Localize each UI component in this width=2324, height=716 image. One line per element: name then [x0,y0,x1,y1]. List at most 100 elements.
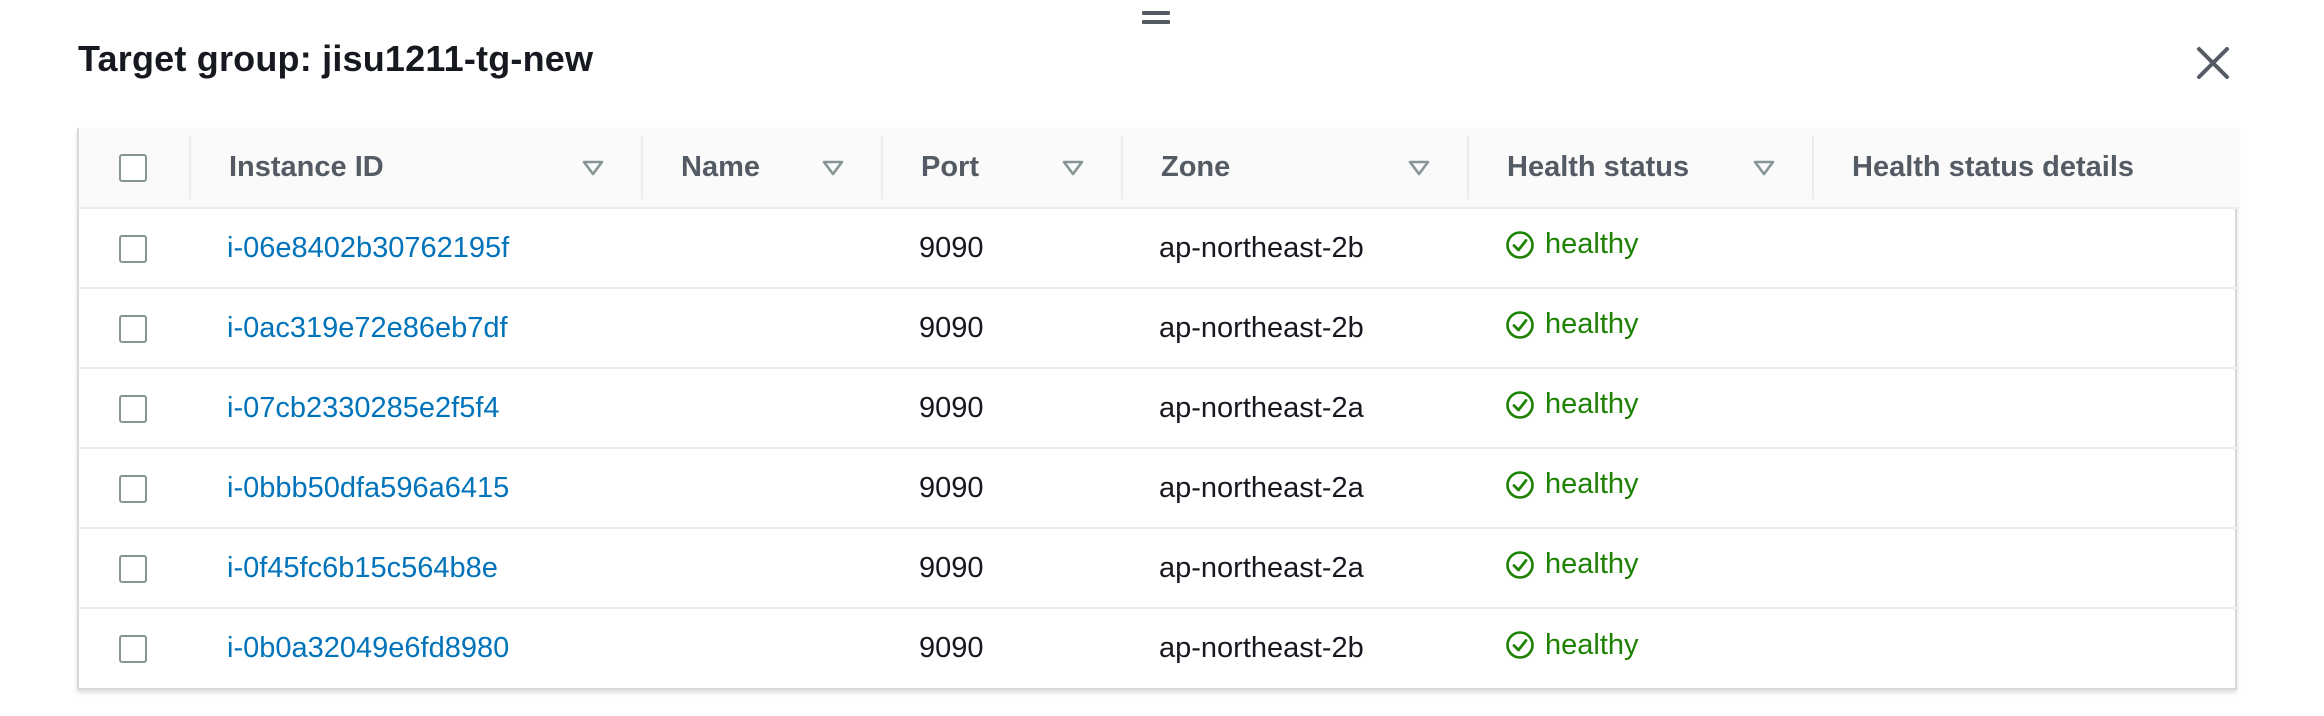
check-circle-icon [1506,390,1534,419]
health-status-badge: healthy [1505,548,1639,581]
row-select-cell [79,368,189,448]
health-status-details-cell [1812,288,2239,368]
health-status-label: healthy [1545,468,1639,501]
instance-id-cell: i-06e8402b30762195f [189,208,641,288]
table-row: i-06e8402b30762195f 9090 ap-northeast-2b… [79,208,2239,288]
targets-table: Instance ID Name Port Zone Health status… [79,128,2239,688]
port-cell: 9090 [919,231,984,264]
column-label: Health status details [1852,151,2135,183]
row-select-cell [79,288,189,368]
port-cell: 9090 [919,632,984,664]
check-circle-icon [1506,230,1534,259]
table-row: i-0f45fc6b15c564b8e 9090 ap-northeast-2a… [79,528,2239,608]
row-checkbox[interactable] [119,635,147,664]
row-select-cell [79,448,189,528]
column-label: Zone [1161,151,1231,183]
instance-id-link[interactable]: i-06e8402b30762195f [227,232,509,264]
column-label: Name [681,151,760,183]
table-row: i-07cb2330285e2f5f4 9090 ap-northeast-2a… [79,368,2239,448]
instance-id-cell: i-0ac319e72e86eb7df [189,288,641,368]
target-group-panel: Target group: jisu1211-tg-new Instance I… [0,0,2324,716]
check-circle-icon [1506,470,1534,499]
name-cell [641,528,881,608]
instance-id-link[interactable]: i-0f45fc6b15c564b8e [227,552,498,584]
zone-cell: ap-northeast-2b [1159,632,1364,664]
health-status-label: healthy [1545,228,1639,261]
row-select-cell [79,608,189,688]
instance-id-link[interactable]: i-0bbb50dfa596a6415 [227,472,509,504]
instance-id-link[interactable]: i-07cb2330285e2f5f4 [227,392,500,424]
zone-cell: ap-northeast-2a [1159,471,1364,504]
column-label: Instance ID [229,151,384,183]
row-checkbox[interactable] [119,314,147,343]
health-status-details-cell [1812,448,2239,528]
column-header-zone[interactable]: Zone [1121,128,1467,209]
health-status-cell: healthy [1467,608,1812,688]
name-cell [641,448,881,528]
health-status-cell: healthy [1467,448,1812,528]
health-status-badge: healthy [1505,468,1639,501]
row-checkbox[interactable] [119,394,147,423]
health-status-badge: healthy [1505,629,1639,662]
instance-id-cell: i-07cb2330285e2f5f4 [189,368,641,448]
row-select-cell [79,528,189,608]
column-header-instance-id[interactable]: Instance ID [189,128,641,209]
zone-cell: ap-northeast-2b [1159,231,1364,264]
instance-id-cell: i-0bbb50dfa596a6415 [189,448,641,528]
column-header-port[interactable]: Port [881,128,1121,209]
instance-id-cell: i-0f45fc6b15c564b8e [189,528,641,608]
health-status-cell: healthy [1467,368,1812,448]
instance-id-cell: i-0b0a32049e6fd8980 [189,608,641,688]
close-button[interactable] [2190,40,2236,86]
health-status-cell: healthy [1467,528,1812,608]
select-all-cell [79,128,189,209]
health-status-label: healthy [1545,388,1639,421]
health-status-cell: healthy [1467,288,1812,368]
panel-title: Target group: jisu1211-tg-new [78,38,594,79]
table-row: i-0b0a32049e6fd8980 9090 ap-northeast-2b… [79,608,2239,688]
check-circle-icon [1506,550,1534,579]
table-header-row: Instance ID Name Port Zone Health status… [79,128,2239,209]
close-icon [2197,47,2229,79]
column-label: Health status [1507,151,1690,183]
sort-caret-icon[interactable] [581,159,605,177]
port-cell: 9090 [919,551,984,584]
column-header-name[interactable]: Name [641,128,881,209]
check-circle-icon [1506,310,1534,339]
instance-id-link[interactable]: i-0ac319e72e86eb7df [227,312,508,344]
health-status-label: healthy [1545,628,1639,661]
name-cell [641,288,881,368]
sort-caret-icon[interactable] [821,159,845,177]
zone-cell: ap-northeast-2b [1159,311,1364,344]
row-checkbox[interactable] [119,234,147,263]
drag-handle-icon[interactable] [1142,11,1170,25]
name-cell [641,208,881,288]
health-status-details-cell [1812,368,2239,448]
port-cell: 9090 [919,391,984,424]
column-header-health-status-details: Health status details [1812,128,2239,209]
column-header-health-status[interactable]: Health status [1467,128,1812,209]
health-status-label: healthy [1545,548,1639,581]
row-checkbox[interactable] [119,474,147,503]
table-body: i-06e8402b30762195f 9090 ap-northeast-2b… [79,208,2239,688]
zone-cell: ap-northeast-2a [1159,391,1364,424]
health-status-cell: healthy [1467,208,1812,288]
health-status-label: healthy [1545,308,1639,341]
table-row: i-0bbb50dfa596a6415 9090 ap-northeast-2a… [79,448,2239,528]
sort-caret-icon[interactable] [1061,159,1085,177]
check-circle-icon [1506,631,1534,660]
health-status-details-cell [1812,208,2239,288]
name-cell [641,368,881,448]
row-checkbox[interactable] [119,554,147,583]
zone-cell: ap-northeast-2a [1159,551,1364,584]
sort-caret-icon[interactable] [1752,159,1776,177]
sort-caret-icon[interactable] [1407,159,1431,177]
column-label: Port [921,151,979,183]
name-cell [641,608,881,688]
select-all-checkbox[interactable] [119,154,147,183]
instance-id-link[interactable]: i-0b0a32049e6fd8980 [227,632,509,664]
health-status-badge: healthy [1505,308,1639,341]
row-select-cell [79,208,189,288]
table-row: i-0ac319e72e86eb7df 9090 ap-northeast-2b… [79,288,2239,368]
health-status-badge: healthy [1505,388,1639,421]
